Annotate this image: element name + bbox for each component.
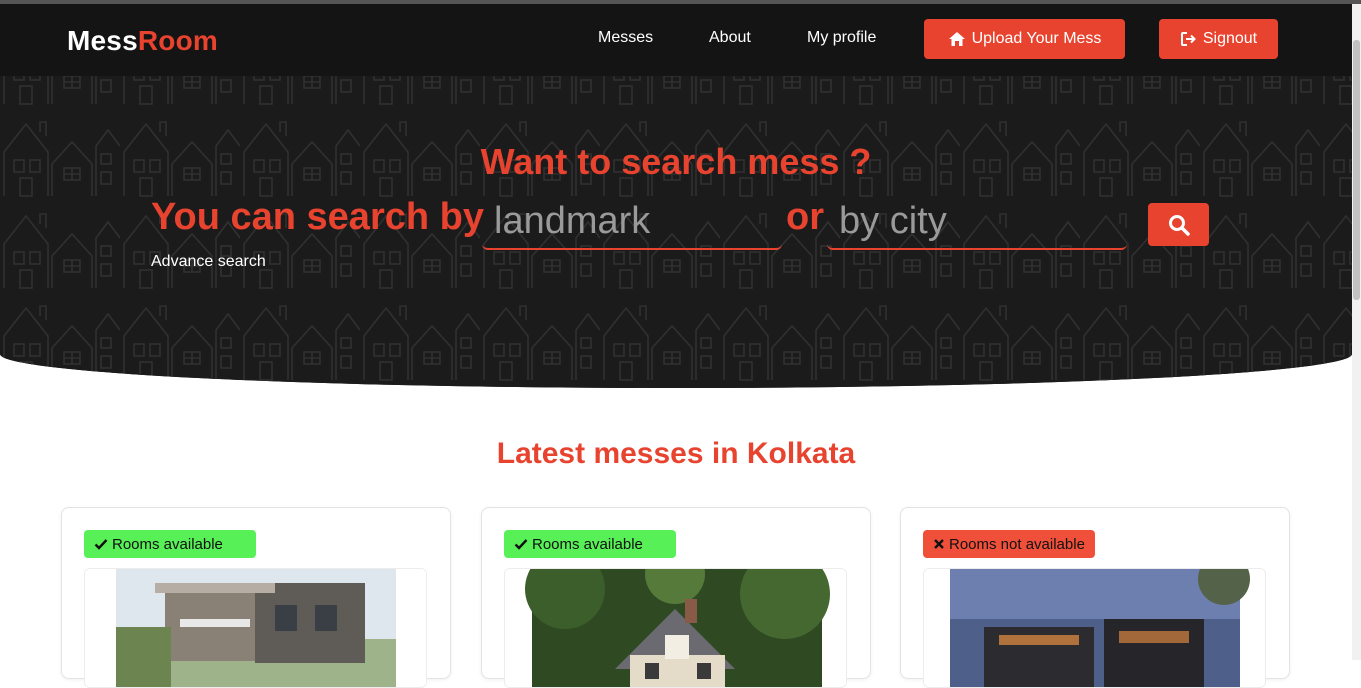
mess-card[interactable]: Rooms available xyxy=(61,507,451,688)
mess-image[interactable] xyxy=(923,568,1266,688)
availability-badge: Rooms available xyxy=(84,530,256,558)
check-icon xyxy=(94,539,108,550)
mess-image[interactable] xyxy=(504,568,847,688)
brand-logo[interactable]: MessRoom xyxy=(67,25,218,57)
navbar: MessRoom Messes About My profile Upload … xyxy=(0,4,1352,76)
hero-section: MessRoom Messes About My profile Upload … xyxy=(0,4,1352,388)
page-scrollbar[interactable] xyxy=(1352,4,1361,660)
mess-card[interactable]: Rooms available xyxy=(481,507,871,688)
nav-link-messes[interactable]: Messes xyxy=(598,29,653,47)
upload-mess-button[interactable]: Upload Your Mess xyxy=(924,19,1125,59)
mess-card[interactable]: Rooms not available xyxy=(900,507,1290,688)
nav-link-about[interactable]: About xyxy=(709,29,751,47)
signout-button[interactable]: Signout xyxy=(1159,19,1278,59)
house-photo xyxy=(505,569,846,687)
latest-messes-title: Latest messes in Kolkata xyxy=(496,437,856,470)
sign-out-icon xyxy=(1180,32,1196,46)
availability-text: Rooms available xyxy=(532,535,643,553)
search-icon xyxy=(1168,214,1190,236)
availability-text: Rooms not available xyxy=(949,535,1085,553)
check-icon xyxy=(514,539,528,550)
availability-text: Rooms available xyxy=(112,535,223,553)
house-photo xyxy=(924,569,1265,687)
nav-link-my-profile[interactable]: My profile xyxy=(807,29,876,47)
advance-search-link[interactable]: Advance search xyxy=(151,253,266,271)
home-icon xyxy=(948,32,965,46)
upload-mess-label: Upload Your Mess xyxy=(971,30,1102,47)
cross-icon xyxy=(934,539,944,549)
search-button[interactable] xyxy=(1148,203,1209,246)
hero-title: Want to search mess ? xyxy=(480,141,872,182)
availability-badge: Rooms available xyxy=(504,530,676,558)
landmark-search-input[interactable] xyxy=(482,194,782,250)
hero-subtitle: You can search by xyxy=(151,196,484,238)
or-text: or xyxy=(786,196,824,238)
city-search-input[interactable] xyxy=(827,194,1127,250)
scrollbar-thumb[interactable] xyxy=(1353,40,1360,300)
mess-image[interactable] xyxy=(84,568,427,688)
availability-badge: Rooms not available xyxy=(923,530,1095,558)
house-photo xyxy=(85,569,426,687)
signout-label: Signout xyxy=(1202,30,1258,47)
